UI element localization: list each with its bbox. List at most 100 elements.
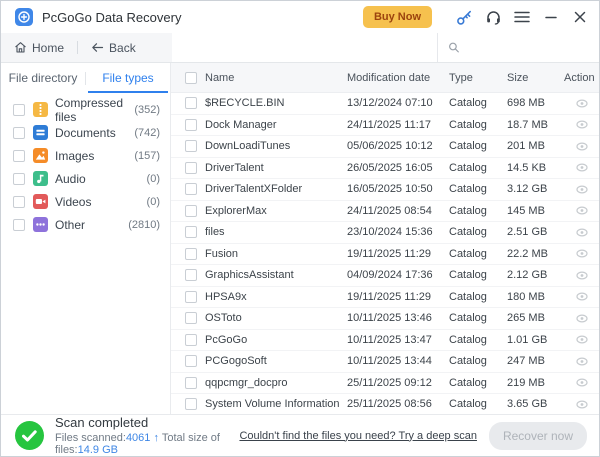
row-checkbox[interactable]	[185, 183, 197, 195]
preview-eye-icon[interactable]	[576, 312, 588, 324]
preview-eye-icon[interactable]	[576, 119, 588, 131]
file-size: 22.2 MB	[507, 248, 564, 260]
file-type: Catalog	[449, 140, 507, 152]
column-header-type[interactable]: Type	[449, 72, 507, 84]
modification-date: 25/11/2025 09:12	[347, 377, 449, 389]
table-row[interactable]: ExplorerMax 24/11/2025 08:54 Catalog 145…	[171, 201, 599, 223]
file-name: HPSA9x	[197, 291, 347, 303]
table-row[interactable]: PCGogoSoft 10/11/2025 13:44 Catalog 247 …	[171, 351, 599, 373]
checkbox[interactable]	[13, 196, 25, 208]
modification-date: 19/11/2025 11:29	[347, 248, 449, 260]
checkbox[interactable]	[13, 219, 25, 231]
preview-eye-icon[interactable]	[576, 398, 588, 410]
select-all-checkbox[interactable]	[185, 72, 197, 84]
table-row[interactable]: DownLoadiTunes 05/06/2025 10:12 Catalog …	[171, 136, 599, 158]
column-header-size[interactable]: Size	[507, 72, 564, 84]
table-row[interactable]: System Volume Information 25/11/2025 08:…	[171, 394, 599, 414]
row-checkbox[interactable]	[185, 226, 197, 238]
sidebar-item-label: Audio	[55, 172, 147, 186]
table-row[interactable]: Dock Manager 24/11/2025 11:17 Catalog 18…	[171, 115, 599, 137]
row-checkbox[interactable]	[185, 205, 197, 217]
sidebar-item-label: Videos	[55, 195, 147, 209]
sidebar-item-videos[interactable]: Videos (0)	[1, 190, 170, 213]
preview-eye-icon[interactable]	[576, 377, 588, 389]
row-checkbox[interactable]	[185, 119, 197, 131]
preview-eye-icon[interactable]	[576, 248, 588, 260]
row-checkbox[interactable]	[185, 140, 197, 152]
nav-divider	[77, 41, 78, 54]
table-row[interactable]: DriverTalentXFolder 16/05/2025 10:50 Cat…	[171, 179, 599, 201]
sidebar-item-images[interactable]: Images (157)	[1, 144, 170, 167]
tab-file-directory[interactable]: File directory	[1, 63, 85, 93]
table-row[interactable]: HPSA9x 19/11/2025 11:29 Catalog 180 MB	[171, 287, 599, 309]
scan-status-title: Scan completed	[55, 415, 239, 430]
row-checkbox[interactable]	[185, 269, 197, 281]
support-headset-icon[interactable]	[484, 8, 502, 26]
table-row[interactable]: Fusion 19/11/2025 11:29 Catalog 22.2 MB	[171, 244, 599, 266]
preview-eye-icon[interactable]	[576, 334, 588, 346]
path-field[interactable]	[172, 33, 437, 62]
table-row[interactable]: qqpcmgr_docpro 25/11/2025 09:12 Catalog …	[171, 373, 599, 395]
preview-eye-icon[interactable]	[576, 97, 588, 109]
row-checkbox[interactable]	[185, 312, 197, 324]
tab-file-types[interactable]: File types	[86, 63, 170, 93]
table-row[interactable]: $RECYCLE.BIN 13/12/2024 07:10 Catalog 69…	[171, 93, 599, 115]
row-checkbox[interactable]	[185, 291, 197, 303]
menu-icon[interactable]	[513, 8, 531, 26]
checkbox[interactable]	[13, 173, 25, 185]
file-type: Catalog	[449, 119, 507, 131]
documents-icon	[33, 125, 48, 140]
file-type: Catalog	[449, 269, 507, 281]
deep-scan-link[interactable]: Couldn't find the files you need? Try a …	[239, 430, 477, 442]
preview-eye-icon[interactable]	[576, 355, 588, 367]
home-button[interactable]: Home	[14, 41, 64, 55]
column-header-modification-date[interactable]: Modification date	[347, 72, 449, 84]
search-input[interactable]	[460, 33, 599, 62]
preview-eye-icon[interactable]	[576, 162, 588, 174]
row-checkbox[interactable]	[185, 334, 197, 346]
row-checkbox[interactable]	[185, 248, 197, 260]
path-input[interactable]	[172, 33, 437, 62]
sidebar-item-documents[interactable]: Documents (742)	[1, 121, 170, 144]
column-header-name[interactable]: Name	[197, 72, 347, 84]
recover-now-button[interactable]: Recover now	[489, 422, 587, 450]
close-icon[interactable]	[571, 8, 589, 26]
checkbox[interactable]	[13, 127, 25, 139]
table-row[interactable]: GraphicsAssistant 04/09/2024 17:36 Catal…	[171, 265, 599, 287]
row-checkbox[interactable]	[185, 162, 197, 174]
title-bar: PcGoGo Data Recovery Buy Now	[1, 1, 599, 33]
preview-eye-icon[interactable]	[576, 205, 588, 217]
preview-eye-icon[interactable]	[576, 291, 588, 303]
files-scanned-value: 4061	[126, 432, 150, 444]
back-label: Back	[109, 41, 136, 55]
sidebar-item-other[interactable]: Other (2810)	[1, 213, 170, 236]
table-row[interactable]: PcGoGo 10/11/2025 13:47 Catalog 1.01 GB	[171, 330, 599, 352]
row-checkbox[interactable]	[185, 398, 197, 410]
license-key-icon[interactable]	[455, 8, 473, 26]
preview-eye-icon[interactable]	[576, 183, 588, 195]
file-size: 14.5 KB	[507, 162, 564, 174]
table-row[interactable]: DriverTalent 26/05/2025 16:05 Catalog 14…	[171, 158, 599, 180]
preview-eye-icon[interactable]	[576, 226, 588, 238]
sidebar-item-compressed-files[interactable]: Compressed files (352)	[1, 98, 170, 121]
back-button[interactable]: Back	[91, 41, 136, 55]
sidebar-item-audio[interactable]: Audio (0)	[1, 167, 170, 190]
search-field[interactable]	[438, 33, 599, 62]
row-checkbox[interactable]	[185, 97, 197, 109]
file-size: 1.01 GB	[507, 334, 564, 346]
table-row[interactable]: OSToto 10/11/2025 13:46 Catalog 265 MB	[171, 308, 599, 330]
home-label: Home	[32, 41, 64, 55]
row-checkbox[interactable]	[185, 355, 197, 367]
preview-eye-icon[interactable]	[576, 140, 588, 152]
file-size: 265 MB	[507, 312, 564, 324]
checkbox[interactable]	[13, 150, 25, 162]
minimize-icon[interactable]	[542, 8, 560, 26]
row-checkbox[interactable]	[185, 377, 197, 389]
preview-eye-icon[interactable]	[576, 269, 588, 281]
checkbox[interactable]	[13, 104, 25, 116]
table-row[interactable]: files 23/10/2024 15:36 Catalog 2.51 GB	[171, 222, 599, 244]
total-size-value: 14.9 GB	[78, 444, 118, 456]
buy-now-button[interactable]: Buy Now	[363, 6, 432, 28]
column-header-action: Action	[564, 72, 599, 84]
other-icon	[33, 217, 48, 232]
